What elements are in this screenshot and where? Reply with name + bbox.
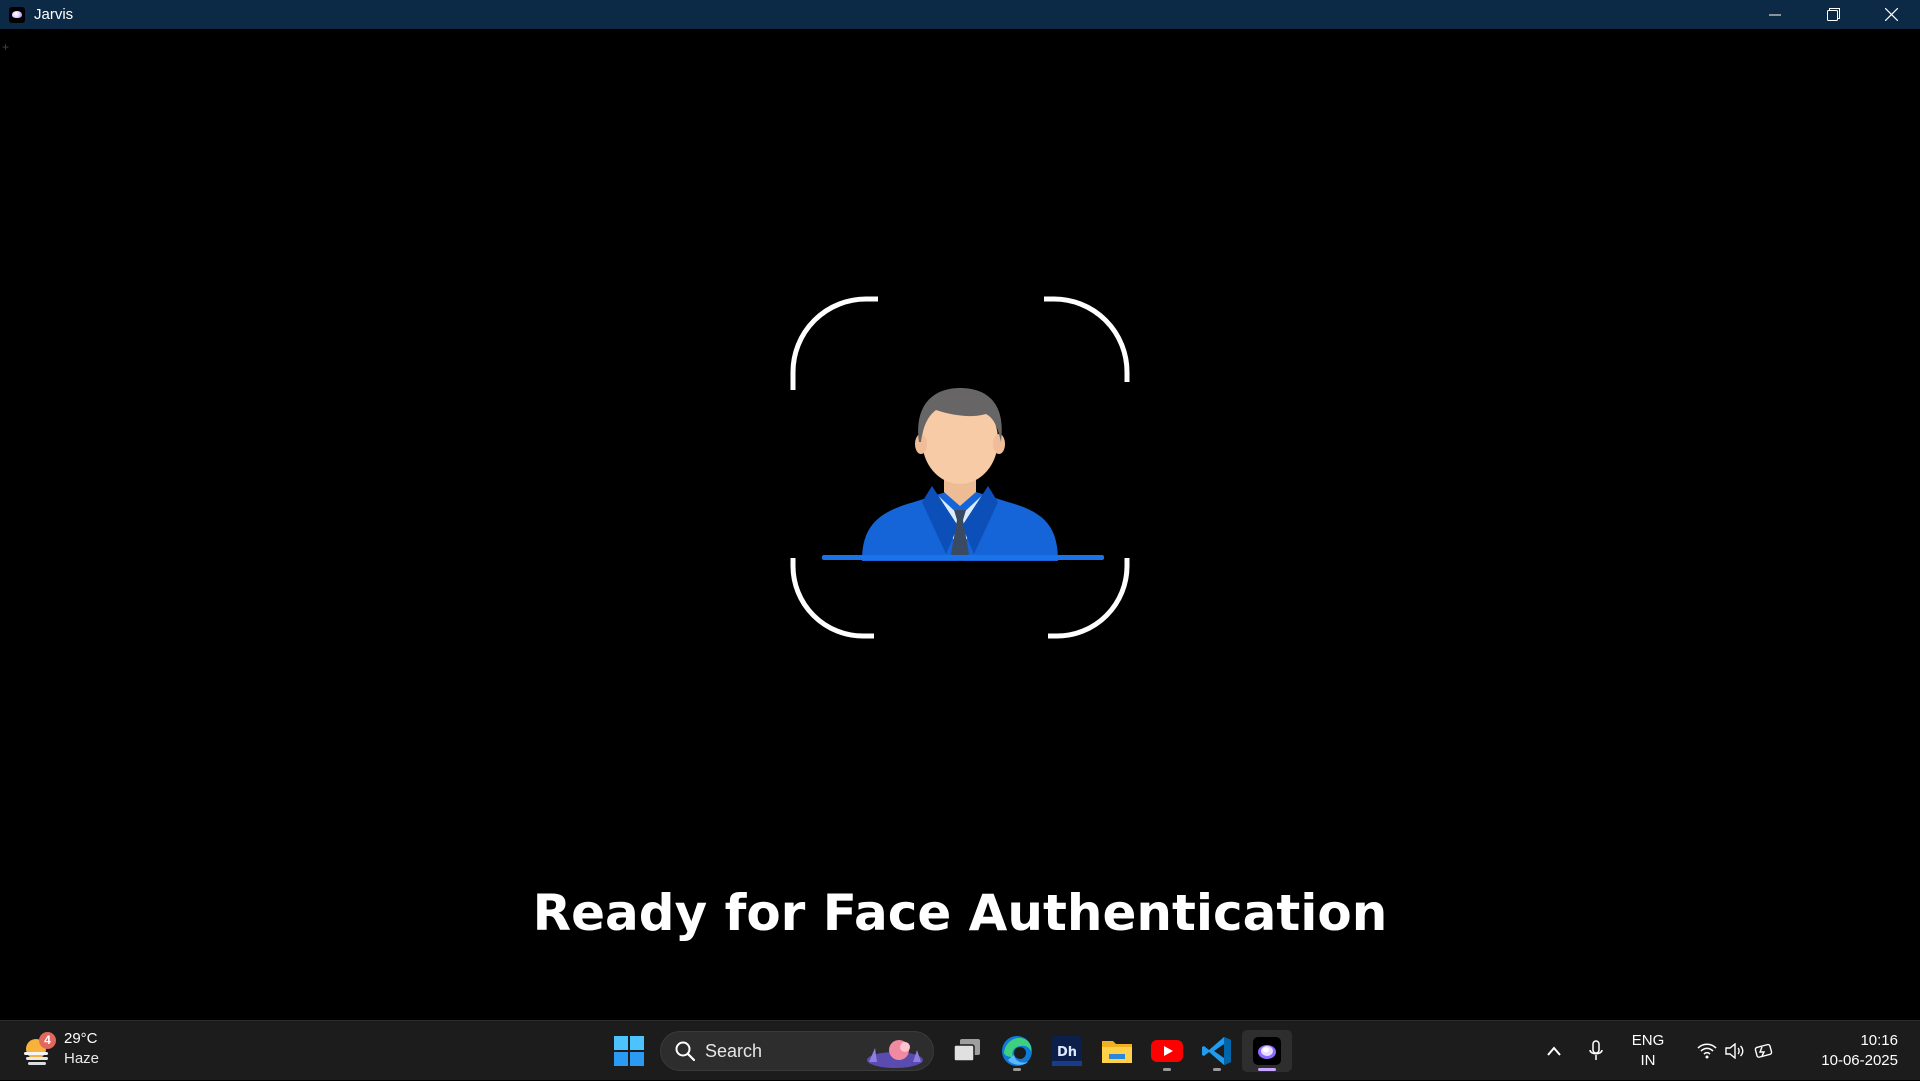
minimize-button[interactable] — [1746, 0, 1804, 29]
language-text: ENG IN — [1618, 1031, 1678, 1071]
language-indicator[interactable]: ENG IN — [1618, 1021, 1678, 1081]
close-icon — [1884, 8, 1898, 21]
search-highlight-art-icon — [867, 1040, 923, 1068]
windows-start-icon — [614, 1036, 644, 1066]
taskbar-apps: Search Dh — [604, 1030, 1292, 1072]
language-secondary: IN — [1640, 1052, 1656, 1069]
main-content: + Ready for Face Authentication — [0, 29, 1920, 1020]
file-explorer-icon — [1102, 1041, 1132, 1063]
window-controls — [1746, 0, 1920, 29]
taskbar-app-vscode[interactable] — [1192, 1030, 1242, 1072]
quick-settings-button[interactable] — [1688, 1021, 1784, 1081]
youtube-icon — [1151, 1040, 1183, 1062]
taskbar-app-dh[interactable]: Dh — [1042, 1030, 1092, 1072]
taskbar: 4 29°C Haze Search Dh ENG IN 10:16 10-06… — [0, 1020, 1920, 1080]
taskbar-app-edge[interactable] — [992, 1030, 1042, 1072]
weather-widget[interactable]: 4 29°C Haze — [20, 1029, 99, 1069]
weather-temperature: 29°C — [64, 1030, 98, 1047]
jarvis-app-icon — [9, 6, 25, 23]
system-tray: ENG IN 10:16 10-06-2025 — [1534, 1021, 1920, 1081]
microphone-button[interactable] — [1574, 1021, 1618, 1081]
running-indicator — [1163, 1068, 1171, 1071]
face-scan-illustration — [790, 296, 1130, 639]
running-indicator — [1013, 1068, 1021, 1071]
taskbar-app-file-explorer[interactable] — [1092, 1030, 1142, 1072]
taskbar-search-box[interactable]: Search — [660, 1031, 934, 1071]
jarvis-icon — [1253, 1037, 1281, 1065]
show-hidden-icons-button[interactable] — [1534, 1021, 1574, 1081]
clock-date: 10-06-2025 — [1821, 1052, 1898, 1069]
battery-charging-icon — [1754, 1043, 1773, 1058]
clock[interactable]: 10:16 10-06-2025 — [1798, 1031, 1898, 1071]
notification-badge: 4 — [39, 1032, 56, 1049]
dh-app-icon: Dh — [1052, 1036, 1082, 1066]
search-label: Search — [705, 1040, 763, 1061]
running-indicator — [1213, 1068, 1221, 1071]
restore-icon — [1826, 8, 1840, 21]
chevron-up-icon — [1547, 1046, 1561, 1056]
title-bar: Jarvis — [0, 0, 1920, 29]
weather-haze-icon: 4 — [20, 1031, 56, 1067]
auth-status-text: Ready for Face Authentication — [532, 884, 1388, 942]
restore-button[interactable] — [1804, 0, 1862, 29]
start-button[interactable] — [604, 1030, 654, 1072]
microphone-icon — [1589, 1040, 1603, 1060]
task-view-button[interactable] — [942, 1030, 992, 1072]
volume-icon — [1725, 1043, 1744, 1059]
taskbar-app-jarvis[interactable] — [1242, 1030, 1292, 1072]
scan-line — [822, 555, 1104, 560]
window-title: Jarvis — [34, 6, 74, 23]
minimize-icon — [1769, 14, 1781, 15]
clock-time: 10:16 — [1860, 1032, 1898, 1049]
crosshair-cursor-icon: + — [2, 40, 10, 54]
task-view-icon — [953, 1039, 980, 1062]
active-window-indicator — [1258, 1068, 1276, 1071]
weather-text: 29°C Haze — [64, 1029, 99, 1069]
search-icon — [675, 1041, 695, 1061]
weather-condition: Haze — [64, 1050, 100, 1067]
language-primary: ENG — [1631, 1032, 1665, 1049]
vscode-icon — [1202, 1037, 1231, 1065]
user-avatar-icon — [862, 388, 1058, 561]
svg-text:Dh: Dh — [1057, 1045, 1077, 1060]
edge-icon — [1002, 1036, 1032, 1066]
taskbar-app-youtube[interactable] — [1142, 1030, 1192, 1072]
close-button[interactable] — [1862, 0, 1920, 29]
wifi-icon — [1697, 1043, 1717, 1059]
